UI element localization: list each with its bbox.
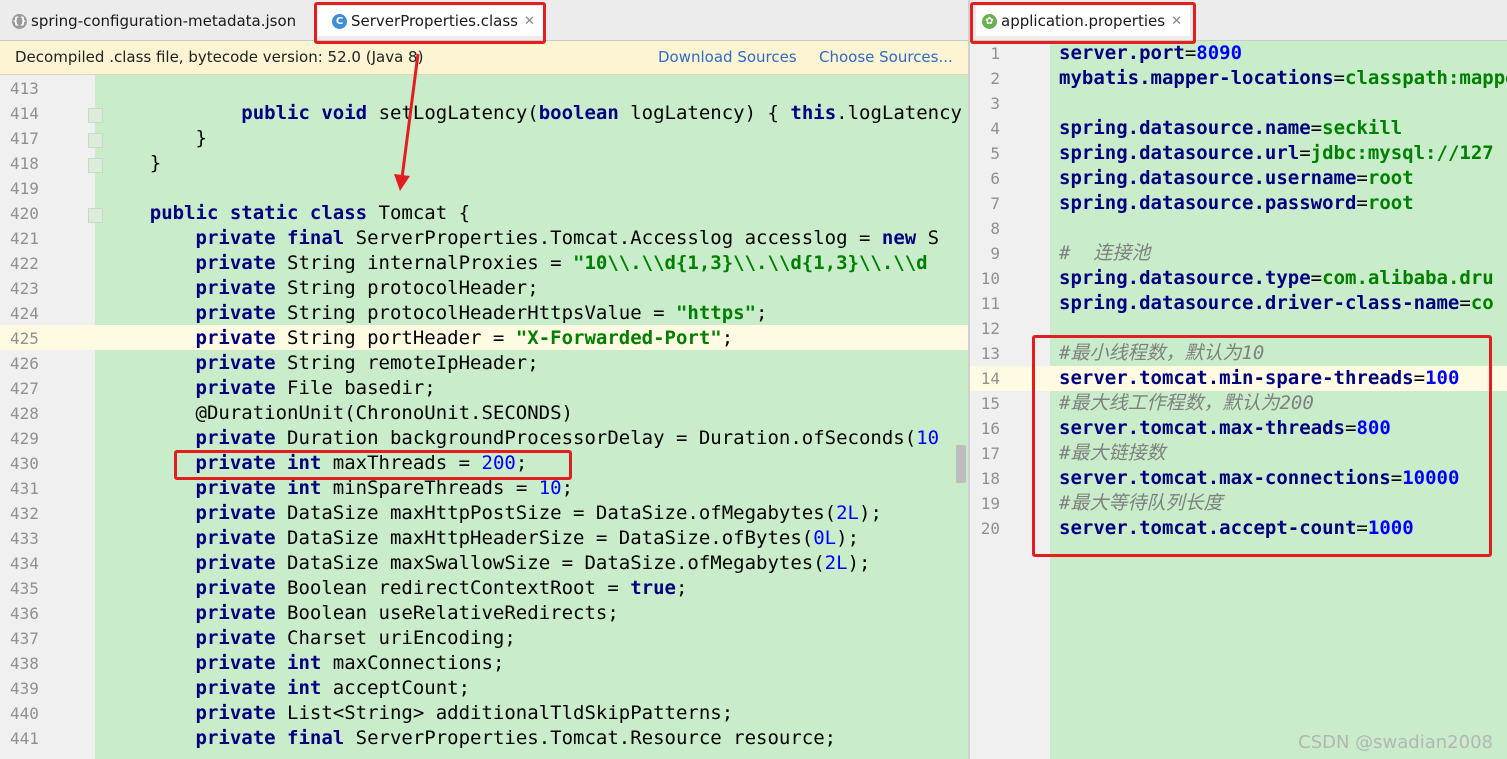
annotation-arrow-icon: [394, 53, 420, 191]
watermark: CSDN @swadian2008: [1298, 732, 1493, 753]
